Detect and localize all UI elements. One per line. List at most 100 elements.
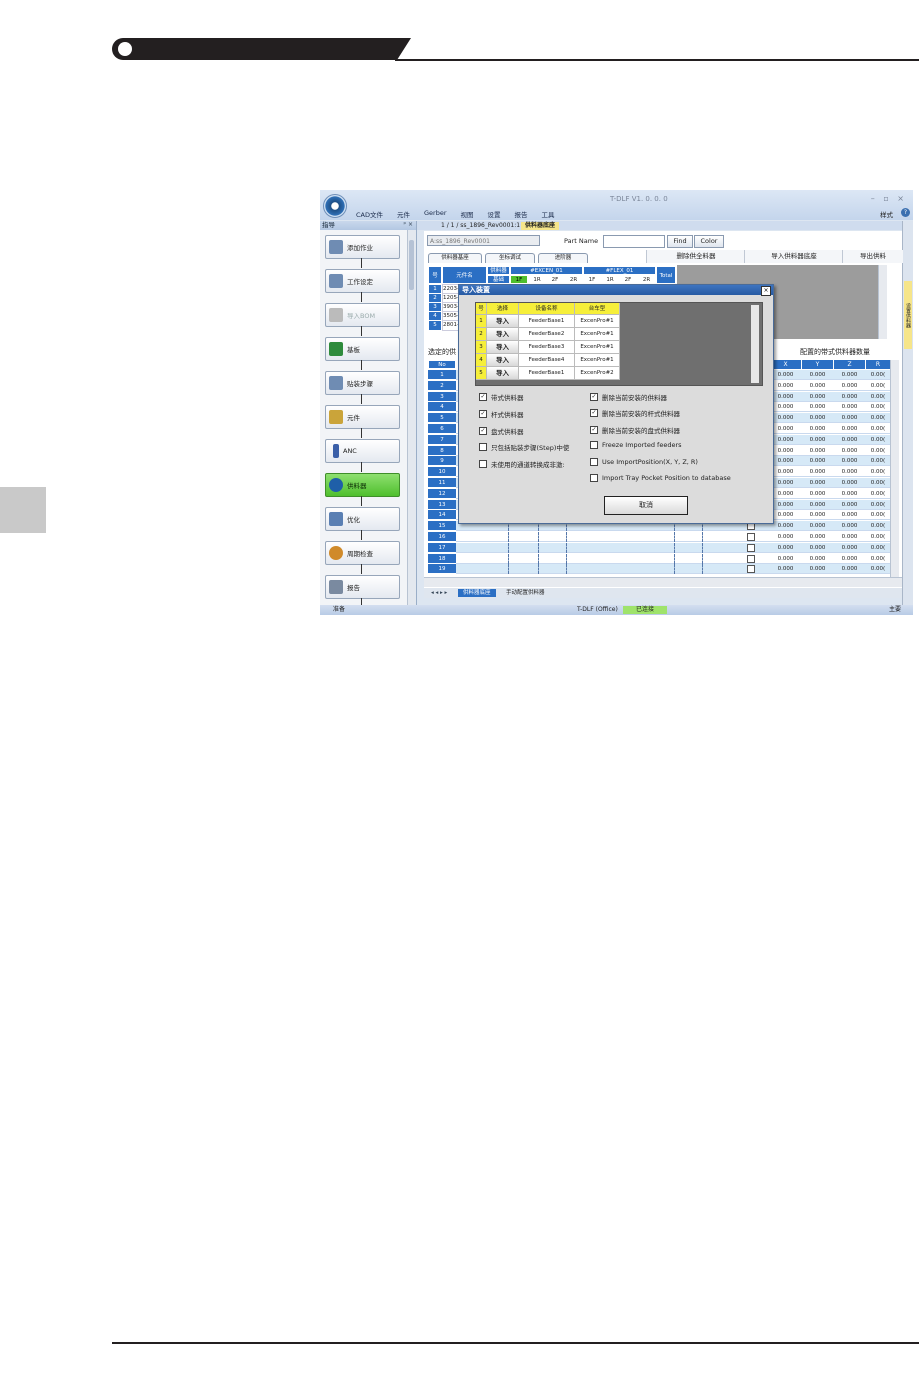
cell-y[interactable]: 0.000 xyxy=(802,446,833,456)
cell-z[interactable]: 0.000 xyxy=(834,402,865,412)
slot-header[interactable]: 1R xyxy=(528,275,546,284)
checkbox-empty-icon[interactable] xyxy=(590,441,598,450)
cell-x[interactable]: 0.000 xyxy=(770,510,801,520)
cell-x[interactable]: 0.000 xyxy=(770,543,801,553)
cell-x[interactable]: 0.000 xyxy=(770,532,801,542)
option-checkbox[interactable]: 未使用的通道转换成非激: xyxy=(479,459,565,469)
cell-z[interactable]: 0.000 xyxy=(834,446,865,456)
checkbox-checked-icon[interactable]: ✓ xyxy=(590,425,598,434)
cell-r[interactable]: 0.00( xyxy=(866,392,890,402)
cell-r[interactable]: 0.00( xyxy=(866,413,890,423)
nav-cycle-check[interactable]: 周期检查 xyxy=(325,541,400,565)
cell-y[interactable]: 0.000 xyxy=(802,521,833,531)
row-checkbox[interactable] xyxy=(747,554,755,563)
checkbox-empty-icon[interactable] xyxy=(590,474,598,482)
cell-x[interactable]: 0.000 xyxy=(770,413,801,423)
cell-r[interactable]: 0.00( xyxy=(866,456,890,466)
cell-y[interactable]: 0.000 xyxy=(802,467,833,477)
cell-r[interactable]: 0.00( xyxy=(866,381,890,391)
bottom-tab-manual-feeder[interactable]: 手动配置供料器 xyxy=(501,589,550,597)
cell-y[interactable]: 0.000 xyxy=(802,510,833,520)
cell-z[interactable]: 0.000 xyxy=(834,392,865,402)
cell-z[interactable]: 0.000 xyxy=(834,543,865,553)
cell-z[interactable]: 0.000 xyxy=(834,370,865,380)
nav-report[interactable]: 报告 xyxy=(325,575,400,599)
cell-z[interactable]: 0.000 xyxy=(834,478,865,488)
import-button[interactable]: 导入 xyxy=(487,341,519,354)
menu-view[interactable]: 视图 xyxy=(461,209,474,219)
cell-r[interactable]: 0.00( xyxy=(866,500,890,510)
cell-r[interactable]: 0.00( xyxy=(866,478,890,488)
horizontal-scrollbar[interactable] xyxy=(424,577,902,587)
set-feeder-panel-tab[interactable]: 设置供料器 xyxy=(904,281,912,349)
part-name-input[interactable] xyxy=(603,235,665,248)
delete-all-feeders-button[interactable]: 删除供全料器 xyxy=(646,250,745,263)
cell-x[interactable]: 0.000 xyxy=(770,446,801,456)
cell-r[interactable]: 0.00( xyxy=(866,543,890,553)
option-checkbox[interactable]: ✓ 带式供料器 xyxy=(479,392,524,402)
cell-r[interactable]: 0.00( xyxy=(866,424,890,434)
style-menu[interactable]: 样式 xyxy=(880,209,893,219)
guide-scrollbar[interactable] xyxy=(407,230,416,605)
bottom-tab-feeder-base[interactable]: 供料器底座 xyxy=(458,589,496,597)
nav-components[interactable]: 元件 xyxy=(325,405,400,429)
cell-z[interactable]: 0.000 xyxy=(834,435,865,445)
checkbox-checked-icon[interactable]: ✓ xyxy=(479,426,487,435)
cell-y[interactable]: 0.000 xyxy=(802,554,833,564)
cell-x[interactable]: 0.000 xyxy=(770,435,801,445)
cell-x[interactable]: 0.000 xyxy=(770,564,801,574)
cell-z[interactable]: 0.000 xyxy=(834,500,865,510)
cell-x[interactable]: 0.000 xyxy=(770,392,801,402)
cell-r[interactable]: 0.00( xyxy=(866,532,890,542)
slot-header[interactable]: 2R xyxy=(637,275,656,284)
cell-x[interactable]: 0.000 xyxy=(770,456,801,466)
row-checkbox[interactable] xyxy=(747,543,755,552)
cell-y[interactable]: 0.000 xyxy=(802,456,833,466)
cell-z[interactable]: 0.000 xyxy=(834,413,865,423)
cell-z[interactable]: 0.000 xyxy=(834,467,865,477)
cell-y[interactable]: 0.000 xyxy=(802,402,833,412)
cell-x[interactable]: 0.000 xyxy=(770,370,801,380)
doc-tab-job[interactable]: 1 / 1 / ss_1896_Rev0001:1 xyxy=(437,222,524,230)
cell-r[interactable]: 0.00( xyxy=(866,521,890,531)
table-row[interactable]: 0.000 0.000 0.000 0.00( xyxy=(456,564,890,575)
cell-y[interactable]: 0.000 xyxy=(802,543,833,553)
nav-optimize[interactable]: 优化 xyxy=(325,507,400,531)
export-feeder-button[interactable]: 导出供料 xyxy=(842,250,903,263)
subtab-advance[interactable]: 进阶器 xyxy=(538,253,588,263)
cell-z[interactable]: 0.000 xyxy=(834,521,865,531)
option-checkbox[interactable]: ✓ 杆式供料器 xyxy=(479,409,524,419)
row-checkbox[interactable] xyxy=(747,565,755,574)
find-button[interactable]: Find xyxy=(667,235,693,248)
color-button[interactable]: Color xyxy=(694,235,724,248)
checkbox-empty-icon[interactable] xyxy=(479,443,487,452)
cell-z[interactable]: 0.000 xyxy=(834,489,865,499)
menu-report[interactable]: 报告 xyxy=(515,209,528,219)
cell-x[interactable]: 0.000 xyxy=(770,402,801,412)
nav-work-settings[interactable]: 工作设定 xyxy=(325,269,400,293)
cell-x[interactable]: 0.000 xyxy=(770,478,801,488)
option-checkbox[interactable]: ✓ 盘式供料器 xyxy=(479,426,524,436)
cell-y[interactable]: 0.000 xyxy=(802,500,833,510)
checkbox-empty-icon[interactable] xyxy=(590,457,598,466)
cell-y[interactable]: 0.000 xyxy=(802,532,833,542)
option-checkbox[interactable]: ✓ 删除当前安装的盘式供料器 xyxy=(590,425,680,435)
option-checkbox[interactable]: 只包括贴装步骤(Step)中使 xyxy=(479,442,569,452)
cell-z[interactable]: 0.000 xyxy=(834,424,865,434)
checkbox-checked-icon[interactable]: ✓ xyxy=(590,393,598,401)
cell-x[interactable]: 0.000 xyxy=(770,467,801,477)
cell-z[interactable]: 0.000 xyxy=(834,554,865,564)
subtab-feeder-base[interactable]: 供料器基座 xyxy=(428,253,482,263)
close-icon[interactable]: × xyxy=(761,286,771,296)
slot-header[interactable]: 1R xyxy=(601,275,619,284)
cell-y[interactable]: 0.000 xyxy=(802,564,833,574)
row-checkbox[interactable] xyxy=(747,533,755,541)
cell-r[interactable]: 0.00( xyxy=(866,467,890,477)
nav-anc[interactable]: ANC xyxy=(325,439,400,463)
cell-x[interactable]: 0.000 xyxy=(770,554,801,564)
cell-x[interactable]: 0.000 xyxy=(770,381,801,391)
job-combo[interactable]: A:ss_1896_Rev0001 xyxy=(427,235,540,246)
doc-tab-feeder-base[interactable]: 供料器底座 xyxy=(521,222,560,230)
lower-grid-scrollbar[interactable] xyxy=(890,360,899,577)
cell-y[interactable]: 0.000 xyxy=(802,478,833,488)
